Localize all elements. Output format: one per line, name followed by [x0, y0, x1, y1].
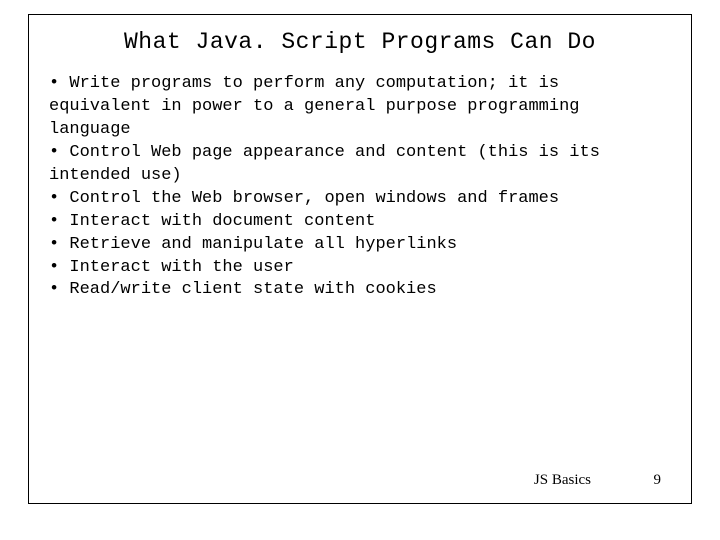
bullet-item: • Control the Web browser, open windows … — [49, 188, 671, 211]
bullet-item: • Interact with document content — [49, 211, 671, 234]
footer-label: JS Basics — [534, 472, 591, 489]
slide-title: What Java. Script Programs Can Do — [29, 29, 691, 55]
slide-frame: What Java. Script Programs Can Do • Writ… — [28, 14, 692, 504]
bullet-item: • Control Web page appearance and conten… — [49, 142, 671, 188]
page-number: 9 — [654, 472, 662, 489]
bullet-item: • Write programs to perform any computat… — [49, 73, 671, 142]
bullet-item: • Read/write client state with cookies — [49, 279, 671, 302]
bullet-item: • Interact with the user — [49, 257, 671, 280]
slide-content: • Write programs to perform any computat… — [29, 73, 691, 302]
bullet-item: • Retrieve and manipulate all hyperlinks — [49, 234, 671, 257]
